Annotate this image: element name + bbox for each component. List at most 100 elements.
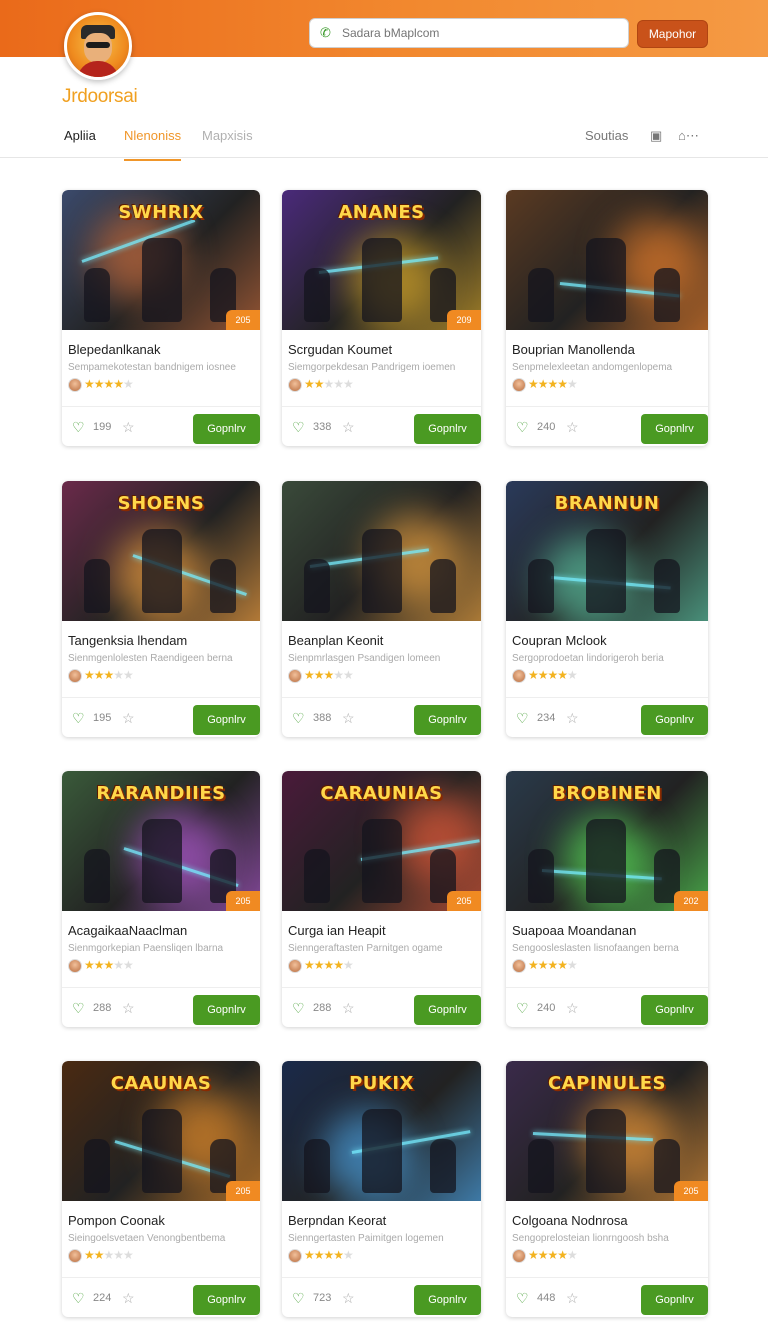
heart-icon[interactable]: ♡: [72, 1000, 85, 1017]
game-description: Sienngeraftasten Parnitgen ogame: [288, 943, 443, 954]
favorite-star-icon[interactable]: ☆: [122, 1000, 135, 1017]
heart-icon[interactable]: ♡: [292, 1000, 305, 1017]
open-button[interactable]: Gopnlrv: [193, 414, 260, 444]
game-thumbnail[interactable]: SWHRIX 205: [62, 190, 260, 330]
game-title[interactable]: Berpndan Keorat: [288, 1213, 386, 1228]
like-count: 723: [313, 1292, 332, 1304]
open-button[interactable]: Gopnlrv: [414, 995, 481, 1025]
tab-2[interactable]: Mapxisis: [202, 128, 253, 161]
game-title[interactable]: Curga ian Heapit: [288, 923, 386, 938]
game-card[interactable]: BROBINEN 202 Suapoaa Moandanan Sengooslesla…: [506, 771, 708, 1027]
favorite-star-icon[interactable]: ☆: [566, 419, 579, 436]
thumb-figure: [362, 1109, 402, 1193]
heart-icon[interactable]: ♡: [516, 710, 529, 727]
heart-icon[interactable]: ♡: [72, 710, 85, 727]
favorite-star-icon[interactable]: ☆: [566, 710, 579, 727]
tab-1[interactable]: Nlenoniss: [124, 128, 182, 161]
search-bar[interactable]: ✆: [309, 18, 629, 48]
game-description: Sienpmrlasgen Psandigen lomeen: [288, 653, 441, 664]
open-button[interactable]: Gopnlrv: [641, 414, 708, 444]
game-thumbnail[interactable]: [282, 481, 481, 621]
game-thumbnail[interactable]: CAAUNAS 205: [62, 1061, 260, 1201]
favorite-star-icon[interactable]: ☆: [122, 710, 135, 727]
like-count: 288: [93, 1002, 112, 1014]
heart-icon[interactable]: ♡: [292, 1290, 305, 1307]
author-avatar: [288, 1249, 302, 1263]
open-button[interactable]: Gopnlrv: [414, 414, 481, 444]
game-thumbnail[interactable]: CAPINULES 205: [506, 1061, 708, 1201]
game-card[interactable]: CAPINULES 205 Colgoana Nodnrosa Sengoprelos…: [506, 1061, 708, 1317]
more-icon[interactable]: ⌂⋯: [678, 128, 699, 144]
heart-icon[interactable]: ♡: [72, 1290, 85, 1307]
game-logo-art: BROBINEN: [552, 783, 662, 804]
logo-glasses: [86, 42, 110, 48]
thumb-figure: [362, 529, 402, 613]
game-thumbnail[interactable]: RARANDIIES 205: [62, 771, 260, 911]
open-button[interactable]: Gopnlrv: [193, 1285, 260, 1315]
open-button[interactable]: Gopnlrv: [641, 995, 708, 1025]
favorite-star-icon[interactable]: ☆: [342, 419, 355, 436]
game-card[interactable]: SWHRIX 205 Blepedanlkanak Sempamekotestan b…: [62, 190, 260, 446]
favorite-star-icon[interactable]: ☆: [342, 1290, 355, 1307]
heart-icon[interactable]: ♡: [72, 419, 85, 436]
game-thumbnail[interactable]: CARAUNIAS 205: [282, 771, 481, 911]
game-card[interactable]: CARAUNIAS 205 Curga ian Heapit Sienngerafta…: [282, 771, 481, 1027]
game-thumbnail[interactable]: BROBINEN 202: [506, 771, 708, 911]
game-title[interactable]: Blepedanlkanak: [68, 342, 161, 357]
game-thumbnail[interactable]: [506, 190, 708, 330]
game-thumbnail[interactable]: BRANNUN: [506, 481, 708, 621]
heart-icon[interactable]: ♡: [516, 1290, 529, 1307]
game-card[interactable]: RARANDIIES 205 AcagaikaaNaaclman Sienmgorke…: [62, 771, 260, 1027]
game-description: Sienmgenlolesten Raendigeen berna: [68, 653, 233, 664]
favorite-star-icon[interactable]: ☆: [566, 1290, 579, 1307]
like-count: 199: [93, 421, 112, 433]
game-title[interactable]: Bouprian Manollenda: [512, 342, 635, 357]
open-button[interactable]: Gopnlrv: [641, 705, 708, 735]
game-title[interactable]: Suapoaa Moandanan: [512, 923, 636, 938]
game-title[interactable]: Tangenksia lhendam: [68, 633, 187, 648]
game-thumbnail[interactable]: SHOENS: [62, 481, 260, 621]
game-title[interactable]: Coupran Mclook: [512, 633, 607, 648]
game-card[interactable]: ANANES 209 Scrgudan Koumet Siemgorpekdesan …: [282, 190, 481, 446]
search-input[interactable]: [342, 26, 602, 40]
favorite-star-icon[interactable]: ☆: [342, 710, 355, 727]
open-button[interactable]: Gopnlrv: [641, 1285, 708, 1315]
bookmark-icon[interactable]: ▣: [650, 128, 662, 144]
game-thumbnail[interactable]: PUKIX: [282, 1061, 481, 1201]
heart-icon[interactable]: ♡: [516, 1000, 529, 1017]
top-action-button[interactable]: Mapohor: [637, 20, 708, 48]
favorite-star-icon[interactable]: ☆: [566, 1000, 579, 1017]
favorite-star-icon[interactable]: ☆: [122, 1290, 135, 1307]
game-card[interactable]: Bouprian Manollenda Senpmelexleetan andom…: [506, 190, 708, 446]
favorite-star-icon[interactable]: ☆: [342, 1000, 355, 1017]
game-card[interactable]: PUKIX Berpndan Keorat Sienngertasten Paimi…: [282, 1061, 481, 1317]
game-card[interactable]: Beanplan Keonit Sienpmrlasgen Psandigen l…: [282, 481, 481, 737]
author-avatar: [68, 959, 82, 973]
game-title[interactable]: AcagaikaaNaaclman: [68, 923, 187, 938]
heart-icon[interactable]: ♡: [516, 419, 529, 436]
favorite-star-icon[interactable]: ☆: [122, 419, 135, 436]
open-button[interactable]: Gopnlrv: [414, 1285, 481, 1315]
game-card[interactable]: BRANNUN Coupran Mclook Sergoprodoetan lind…: [506, 481, 708, 737]
thumb-figure: [430, 1139, 456, 1193]
app-logo[interactable]: [64, 12, 132, 80]
right-nav-link[interactable]: Soutias: [585, 128, 628, 161]
game-title[interactable]: Colgoana Nodnrosa: [512, 1213, 628, 1228]
card-divider: [62, 987, 260, 988]
game-card[interactable]: SHOENS Tangenksia lhendam Sienmgenlolesten…: [62, 481, 260, 737]
open-button[interactable]: Gopnlrv: [193, 995, 260, 1025]
phone-icon: ✆: [320, 25, 331, 40]
tab-0[interactable]: Apliia: [64, 128, 96, 161]
open-button[interactable]: Gopnlrv: [193, 705, 260, 735]
heart-icon[interactable]: ♡: [292, 710, 305, 727]
open-button[interactable]: Gopnlrv: [414, 705, 481, 735]
game-title[interactable]: Pompon Coonak: [68, 1213, 165, 1228]
heart-icon[interactable]: ♡: [292, 419, 305, 436]
author-avatar: [288, 669, 302, 683]
like-count: 224: [93, 1292, 112, 1304]
game-thumbnail[interactable]: ANANES 209: [282, 190, 481, 330]
game-card[interactable]: CAAUNAS 205 Pompon Coonak Sieingoelsvetaen …: [62, 1061, 260, 1317]
game-title[interactable]: Scrgudan Koumet: [288, 342, 392, 357]
rating-stars: ★★★★★: [304, 1248, 354, 1262]
game-title[interactable]: Beanplan Keonit: [288, 633, 383, 648]
